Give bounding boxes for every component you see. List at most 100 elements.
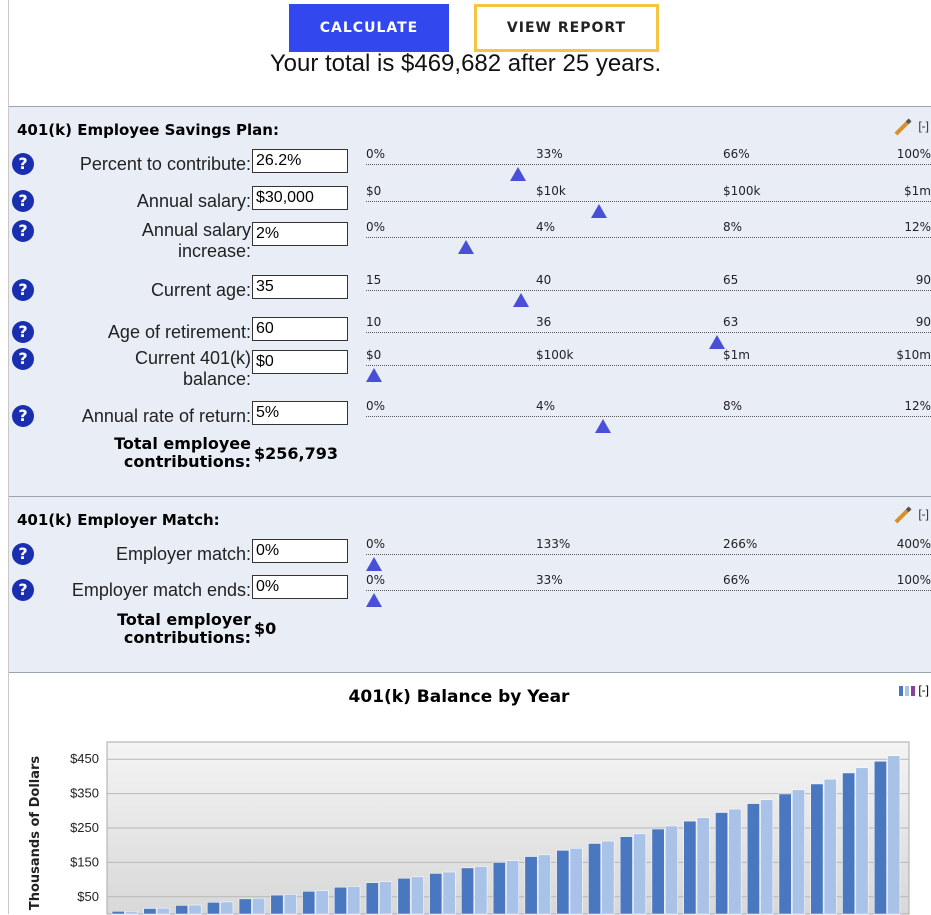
slider-thumb[interactable]	[366, 557, 382, 571]
slider[interactable]: $0 $100k $1m $10m	[366, 348, 931, 382]
value-input[interactable]	[252, 539, 348, 563]
slider-track[interactable]	[366, 290, 931, 291]
help-icon[interactable]: ?	[12, 543, 34, 565]
slider-track[interactable]	[366, 237, 931, 238]
slider-thumb[interactable]	[457, 240, 474, 254]
value-input[interactable]	[252, 222, 348, 246]
y-tick-label: $250	[70, 820, 99, 835]
slider-tick-label: $1m	[904, 184, 931, 198]
help-icon[interactable]: ?	[12, 321, 34, 343]
collapse-toggle[interactable]: [-]	[918, 507, 929, 521]
field-label: Employer match:	[115, 544, 251, 564]
slider-thumb[interactable]	[594, 419, 611, 433]
bar	[569, 848, 583, 915]
slider-thumb[interactable]	[509, 167, 526, 181]
slider[interactable]: 0% 4% 8% 12%	[366, 399, 931, 433]
slider-tick-label: 133%	[536, 537, 571, 551]
panel-title: 401(k) Employer Match:	[17, 511, 220, 529]
slider-thumb[interactable]	[512, 293, 529, 307]
help-icon[interactable]: ?	[12, 190, 34, 212]
bar	[778, 793, 792, 915]
bar	[537, 854, 551, 915]
bar	[823, 778, 837, 915]
help-icon[interactable]: ?	[12, 220, 34, 242]
bar	[188, 904, 202, 915]
value-input[interactable]	[252, 350, 348, 374]
value-input[interactable]	[252, 275, 348, 299]
bar	[683, 820, 697, 915]
slider-thumb[interactable]	[591, 204, 608, 218]
bar	[855, 767, 869, 915]
y-tick-label: $50	[77, 889, 99, 904]
slider-tick-label: 65	[723, 273, 739, 287]
value-input[interactable]	[252, 149, 348, 173]
total-employee-value: $256,793	[254, 444, 339, 463]
slider-tick-label: 66%	[723, 573, 750, 587]
bar	[474, 866, 488, 915]
total-employer-value: $0	[254, 619, 277, 638]
slider-track[interactable]	[366, 201, 931, 202]
slider-track[interactable]	[366, 365, 931, 366]
employer-match-panel: 401(k) Employer Match: [-] ? Employer mat…	[9, 496, 931, 672]
slider-tick-label: $100k	[536, 348, 574, 362]
total-employer-label: Total employer contributions:	[117, 610, 251, 647]
slider-tick-label: $10k	[536, 184, 566, 198]
bar	[238, 898, 252, 915]
slider-tick-label: 4%	[536, 399, 556, 413]
bar	[746, 803, 760, 915]
slider[interactable]: 0% 33% 66% 100%	[366, 147, 931, 181]
bar	[665, 825, 678, 915]
slider-tick-label: 33%	[536, 147, 563, 161]
slider-thumb[interactable]	[709, 335, 726, 349]
bar	[429, 873, 443, 915]
bar	[207, 902, 220, 915]
view-report-button[interactable]: VIEW REPORT	[474, 4, 659, 52]
help-icon[interactable]: ?	[12, 579, 34, 601]
slider[interactable]: 0% 33% 66% 100%	[366, 573, 931, 607]
help-icon[interactable]: ?	[12, 348, 34, 370]
pencil-icon[interactable]	[894, 118, 912, 136]
help-icon[interactable]: ?	[12, 279, 34, 301]
bar	[442, 871, 456, 915]
y-tick-label: $450	[70, 751, 99, 766]
slider[interactable]: 0% 4% 8% 12%	[366, 220, 931, 254]
slider-track[interactable]	[366, 164, 931, 165]
value-input[interactable]	[252, 186, 348, 210]
collapse-control[interactable]: [-]	[893, 118, 929, 136]
bar	[379, 881, 393, 915]
bar	[410, 876, 424, 915]
slider-tick-label: 33%	[536, 573, 563, 587]
slider-track[interactable]	[366, 332, 931, 333]
value-input[interactable]	[252, 317, 348, 341]
slider-thumb[interactable]	[366, 368, 382, 382]
slider-tick-label: $1m	[723, 348, 750, 362]
pencil-icon[interactable]	[894, 506, 912, 524]
field-label: Current 401(k) balance:	[134, 348, 251, 389]
slider[interactable]: 10 36 63 90	[366, 315, 931, 349]
field-label: Annual salary increase:	[141, 220, 251, 261]
slider-track[interactable]	[366, 554, 931, 555]
slider-tick-label: 63	[723, 315, 739, 329]
slider[interactable]: 0% 133% 266% 400%	[366, 537, 931, 571]
slider-tick-label: 12%	[904, 220, 931, 234]
help-icon[interactable]: ?	[12, 405, 34, 427]
slider-track[interactable]	[366, 590, 931, 591]
slider-tick-label: 4%	[536, 220, 556, 234]
value-input[interactable]	[252, 575, 348, 599]
slider[interactable]: 15 40 65 90	[366, 273, 931, 307]
bar	[696, 817, 710, 915]
bar	[365, 882, 379, 915]
collapse-control[interactable]: [-]	[893, 506, 929, 524]
value-input[interactable]	[252, 401, 348, 425]
slider-tick-label: 40	[536, 273, 552, 287]
bar	[728, 808, 742, 915]
slider-tick-label: $10m	[896, 348, 931, 362]
slider[interactable]: $0 $10k $100k $1m	[366, 184, 931, 218]
slider-thumb[interactable]	[366, 593, 382, 607]
slider-track[interactable]	[366, 416, 931, 417]
help-icon[interactable]: ?	[12, 153, 34, 175]
collapse-toggle[interactable]: [-]	[918, 119, 929, 133]
slider-tick-label: 0%	[366, 537, 386, 551]
slider-tick-label: 90	[915, 273, 931, 287]
calculate-button[interactable]: CALCULATE	[289, 4, 449, 52]
